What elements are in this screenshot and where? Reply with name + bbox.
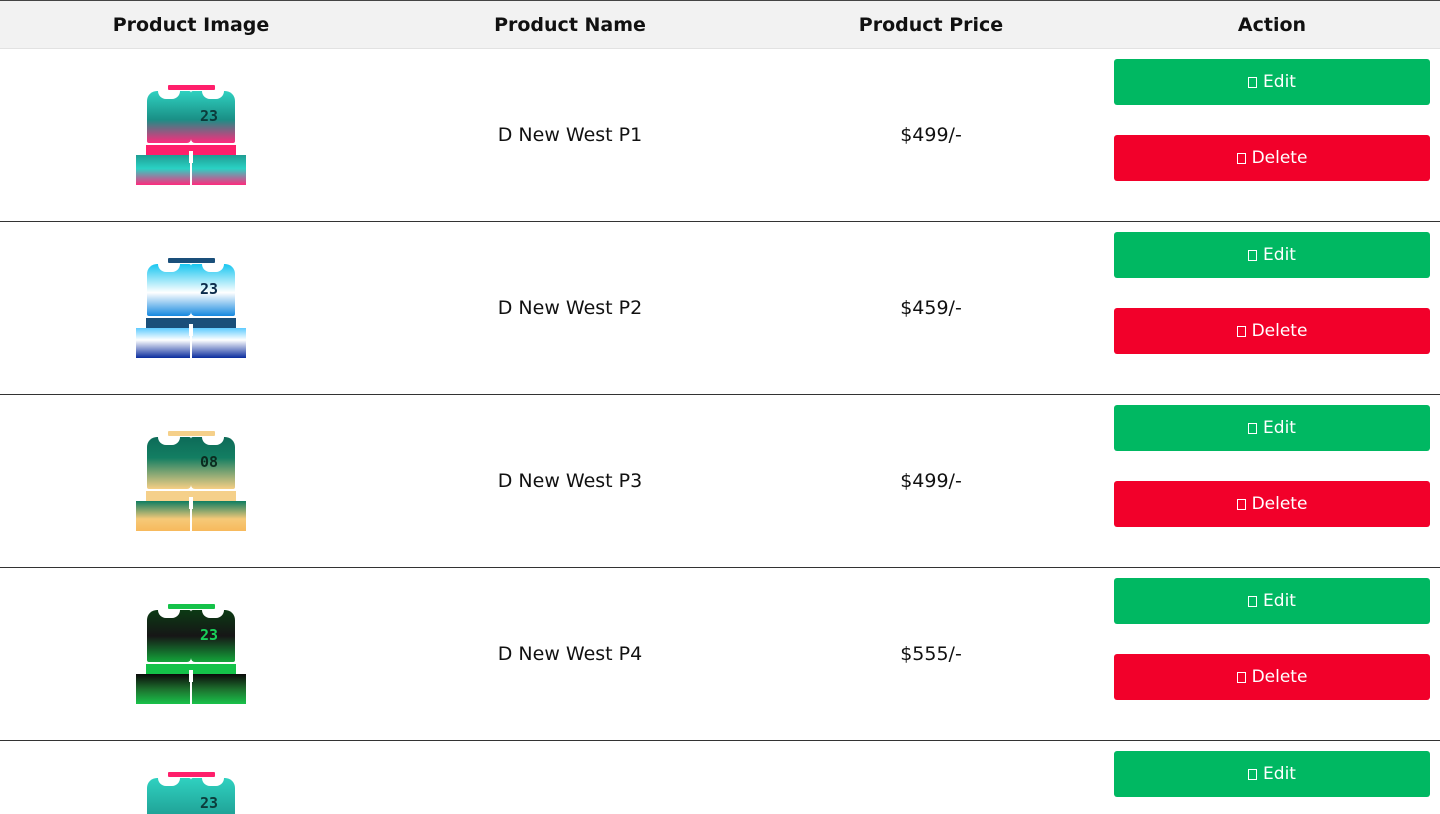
edit-icon <box>1248 768 1258 780</box>
edit-button[interactable]: Edit <box>1114 751 1430 797</box>
product-price: $555/- <box>900 643 962 665</box>
edit-button-label: Edit <box>1263 72 1296 92</box>
trash-icon <box>1236 152 1246 164</box>
product-name: D New West P2 <box>497 297 643 319</box>
edit-icon <box>1248 76 1258 88</box>
table-row: 23 D New West P2 $459/- Edit Delete <box>0 222 1440 395</box>
edit-button[interactable]: Edit <box>1114 232 1430 278</box>
product-price <box>758 741 1104 814</box>
edit-button[interactable]: Edit <box>1114 578 1430 624</box>
delete-button[interactable]: Delete <box>1114 481 1430 527</box>
delete-button-label: Delete <box>1251 321 1308 341</box>
edit-button[interactable]: Edit <box>1114 405 1430 451</box>
edit-button[interactable]: Edit <box>1114 59 1430 105</box>
action-cell: Edit Delete <box>1104 395 1440 567</box>
header-product-image: Product Image <box>112 13 270 36</box>
edit-icon <box>1248 249 1258 261</box>
table-row: 23 Edit <box>0 741 1440 814</box>
header-product-name: Product Name <box>494 13 646 36</box>
trash-icon <box>1236 498 1246 510</box>
action-cell: Edit Delete <box>1104 568 1440 740</box>
edit-button-label: Edit <box>1263 418 1296 438</box>
jersey-number: 23 <box>200 794 219 812</box>
product-name <box>382 741 758 814</box>
products-table: Product Image Product Name Product Price… <box>0 0 1440 814</box>
product-price: $499/- <box>900 470 962 492</box>
delete-button[interactable]: Delete <box>1114 308 1430 354</box>
product-price: $499/- <box>900 124 962 146</box>
product-image-cell: 23 <box>0 49 382 221</box>
jersey-number: 08 <box>200 453 219 471</box>
product-image-cell: 08 <box>0 395 382 567</box>
product-image-cell: 23 <box>0 568 382 740</box>
product-name: D New West P4 <box>497 643 643 665</box>
table-header: Product Image Product Name Product Price… <box>0 1 1440 49</box>
jersey-number: 23 <box>200 280 219 298</box>
edit-button-label: Edit <box>1263 764 1296 784</box>
delete-button[interactable]: Delete <box>1114 135 1430 181</box>
table-row: 23 D New West P4 $555/- Edit Delete <box>0 568 1440 741</box>
jersey-number: 23 <box>200 626 219 644</box>
product-image: 08 <box>136 431 246 531</box>
product-image: 23 <box>136 772 246 814</box>
edit-button-label: Edit <box>1263 245 1296 265</box>
action-cell: Edit <box>1104 741 1440 814</box>
product-image: 23 <box>136 85 246 185</box>
edit-button-label: Edit <box>1263 591 1296 611</box>
trash-icon <box>1236 325 1246 337</box>
product-image: 23 <box>136 604 246 704</box>
product-price: $459/- <box>900 297 962 319</box>
delete-button-label: Delete <box>1251 667 1308 687</box>
product-image-cell: 23 <box>0 741 382 814</box>
delete-button-label: Delete <box>1251 494 1308 514</box>
header-product-price: Product Price <box>858 13 1004 36</box>
product-image-cell: 23 <box>0 222 382 394</box>
edit-icon <box>1248 595 1258 607</box>
trash-icon <box>1236 671 1246 683</box>
action-cell: Edit Delete <box>1104 49 1440 221</box>
delete-button[interactable]: Delete <box>1114 654 1430 700</box>
product-name: D New West P1 <box>497 124 643 146</box>
table-row: 08 D New West P3 $499/- Edit Delete <box>0 395 1440 568</box>
action-cell: Edit Delete <box>1104 222 1440 394</box>
table-row: 23 D New West P1 $499/- Edit Delete <box>0 49 1440 222</box>
jersey-number: 23 <box>200 107 219 125</box>
edit-icon <box>1248 422 1258 434</box>
header-action: Action <box>1237 13 1307 36</box>
product-name: D New West P3 <box>497 470 643 492</box>
product-image: 23 <box>136 258 246 358</box>
delete-button-label: Delete <box>1251 148 1308 168</box>
